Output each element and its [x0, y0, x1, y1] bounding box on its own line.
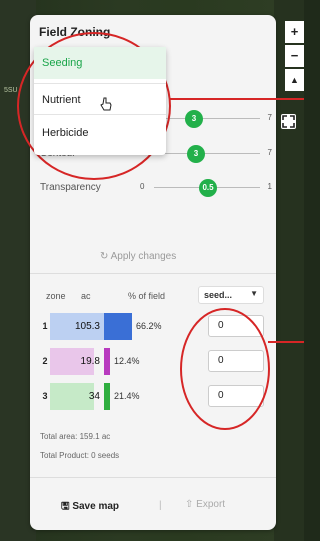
zone-bar-dark: [104, 313, 132, 340]
save-map-label: Save map: [72, 501, 120, 512]
slider-knob[interactable]: 3: [185, 110, 203, 128]
zoom-out-button[interactable]: −: [285, 45, 304, 67]
col-zone: zone: [46, 291, 66, 301]
zone-acres: 19.8: [80, 356, 100, 367]
slider-knob[interactable]: 0.5: [199, 179, 217, 197]
product-select[interactable]: seed... ▼: [198, 286, 264, 304]
expand-icon: [282, 115, 295, 128]
dropdown-item-herbicide[interactable]: Herbicide: [34, 117, 166, 149]
total-area: Total area: 159.1 ac: [40, 432, 111, 441]
slider-max: 7: [267, 113, 272, 122]
annotation-circle-rates: [180, 308, 270, 430]
map-label: 5SU: [4, 87, 18, 94]
hand-cursor-icon: [100, 97, 112, 111]
save-map-button[interactable]: 🖫 Save map: [61, 499, 119, 516]
slider-min: 0: [140, 182, 145, 191]
slider-max: 7: [267, 148, 272, 157]
transparency-slider-row: Transparency 0 1 0.5: [40, 179, 272, 197]
export-button[interactable]: ⇧ Export: [185, 499, 225, 510]
dropdown-item-seeding[interactable]: Seeding: [34, 47, 166, 79]
divider: [30, 477, 276, 478]
zone-bar-dark: [104, 383, 110, 410]
zone-percent: 21.4%: [114, 391, 140, 401]
chevron-down-icon: ▼: [250, 289, 258, 298]
zone-number: 1: [42, 321, 48, 331]
zone-acres: 105.3: [74, 321, 100, 332]
zone-number: 2: [42, 356, 48, 366]
apply-changes-button[interactable]: ↻ Apply changes: [100, 251, 176, 262]
zone-percent: 66.2%: [136, 321, 162, 331]
slider-max: 1: [267, 182, 272, 191]
zone-number: 3: [42, 391, 48, 401]
col-pct: % of field: [128, 291, 166, 301]
col-ac: ac: [81, 291, 91, 301]
divider: [30, 273, 276, 274]
upload-icon: ⇧: [185, 499, 194, 510]
save-icon: 🖫: [61, 501, 70, 512]
compass-button[interactable]: ▲: [285, 69, 304, 91]
zoom-in-button[interactable]: +: [285, 21, 304, 43]
slider-track[interactable]: [154, 153, 260, 154]
slider-label: Transparency: [40, 182, 101, 193]
total-product: Total Product: 0 seeds: [40, 451, 120, 460]
footer-separator: |: [159, 500, 162, 511]
annotation-line: [268, 341, 304, 343]
zone-bar-dark: [104, 348, 110, 375]
export-label: Export: [196, 499, 226, 510]
fullscreen-button[interactable]: [281, 114, 296, 129]
annotation-line: [169, 98, 304, 100]
zone-acres: 34: [88, 391, 100, 402]
product-select-value: seed...: [204, 290, 233, 300]
zone-percent: 12.4%: [114, 356, 140, 366]
slider-knob[interactable]: 3: [187, 145, 205, 163]
